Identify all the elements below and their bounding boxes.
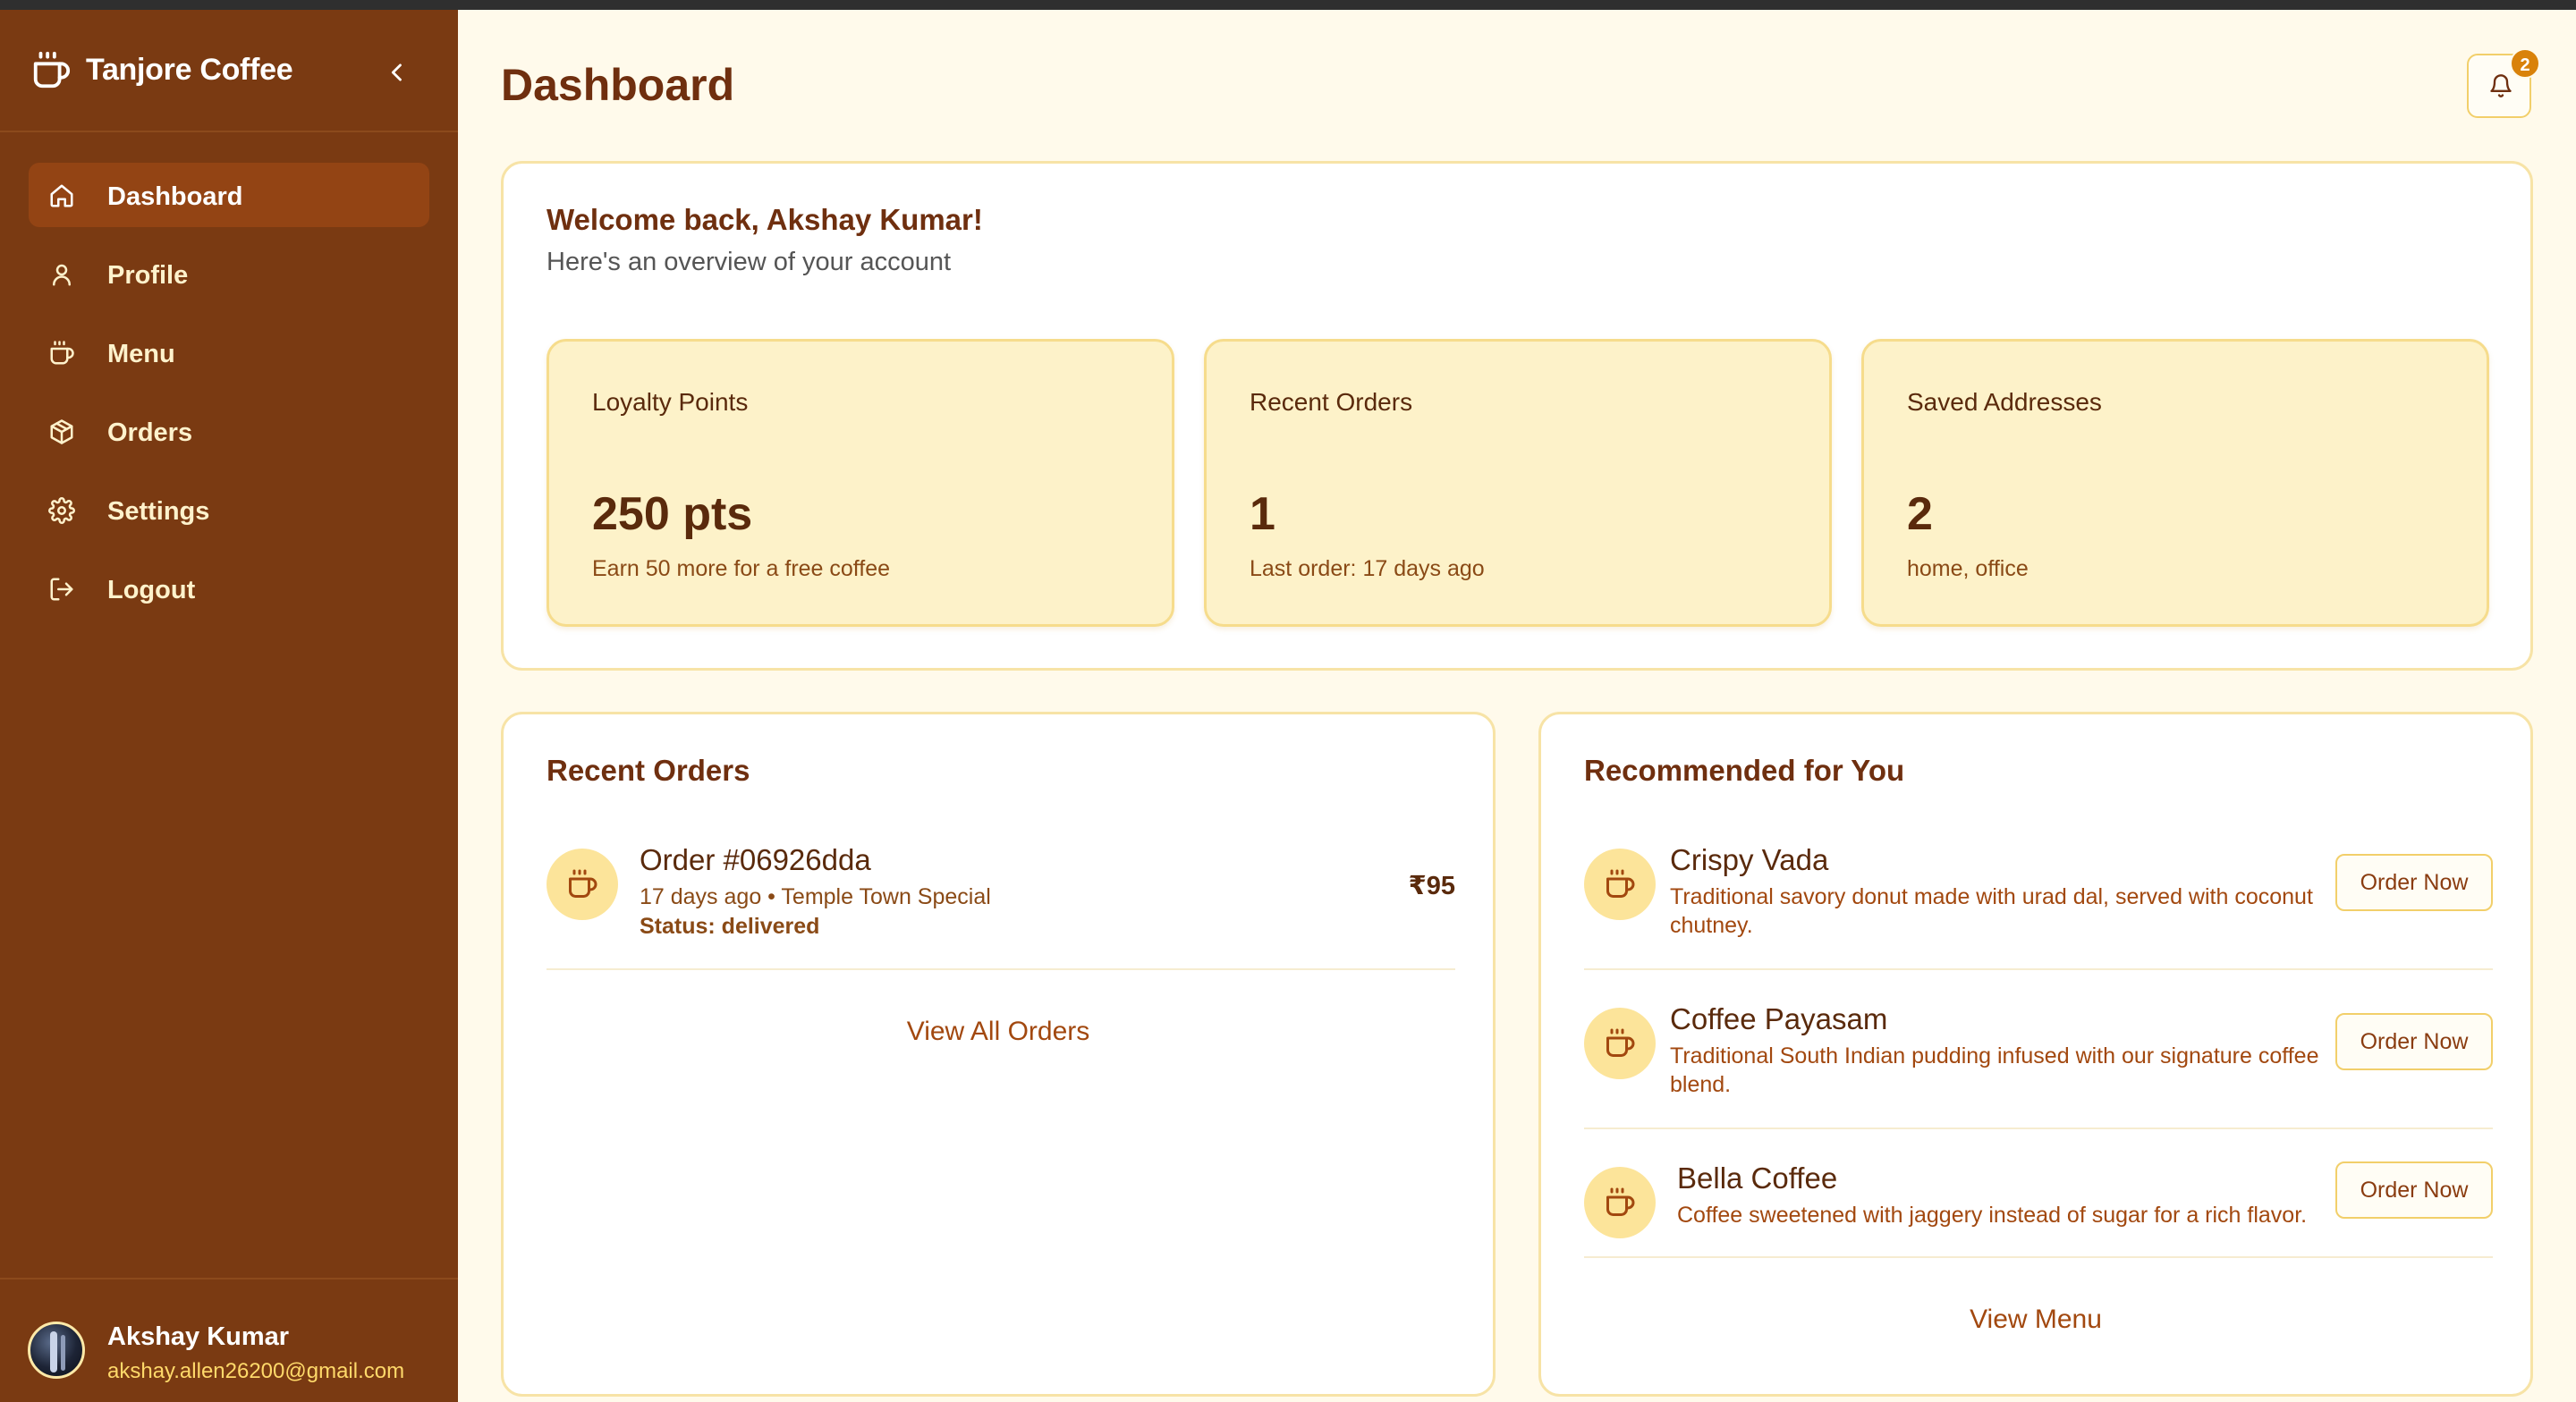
stat-label: Recent Orders [1250,388,1413,416]
recent-orders-title: Recent Orders [547,754,750,787]
coffee-icon [1606,869,1635,898]
window-top-bar [0,0,2576,10]
brand-header: Tanjore Coffee [0,10,458,132]
bell-icon [2490,74,2512,97]
order-now-button[interactable]: Order Now [2335,1013,2493,1070]
sidebar-item-orders[interactable]: Orders [29,399,429,463]
stat-value: 1 [1250,488,1275,540]
item-name: Bella Coffee [1677,1161,1838,1195]
item-description: Traditional savory donut made with urad … [1670,884,2313,938]
stat-card-loyalty-points: Loyalty Points 250 pts Earn 50 more for … [547,339,1174,627]
home-icon [50,184,73,207]
item-icon-circle [1584,1167,1656,1238]
stat-card-saved-addresses: Saved Addresses 2 home, office [1861,339,2489,627]
stat-note: Last order: 17 days ago [1250,556,1485,581]
stat-value: 250 pts [592,488,753,540]
sidebar-nav: Dashboard Profile Menu Orders Settings L… [29,163,429,635]
order-meta: 17 days ago • Temple Town Special [640,884,991,909]
page-title: Dashboard [501,60,735,110]
order-title: Order #06926dda [640,843,871,876]
app-name: Tanjore Coffee [86,53,293,87]
user-profile-footer[interactable]: Akshay Kumar akshay.allen26200@gmail.com [0,1278,458,1402]
chevron-left-icon[interactable] [385,60,410,85]
coffee-cup-logo-icon [33,51,71,89]
order-now-button[interactable]: Order Now [2335,854,2493,911]
welcome-title: Welcome back, Akshay Kumar! [547,203,983,236]
item-description: Coffee sweetened with jaggery instead of… [1677,1203,2308,1228]
coffee-icon [50,341,74,365]
recommended-item[interactable]: Coffee Payasam Traditional South Indian … [1584,1002,2493,1129]
stat-note: home, office [1907,556,2029,581]
sidebar-item-label: Menu [107,340,175,368]
gear-icon [48,497,75,524]
package-icon [50,419,73,444]
sidebar-item-logout[interactable]: Logout [29,556,429,621]
recommended-item[interactable]: Bella Coffee Coffee sweetened with jagge… [1584,1161,2493,1258]
recent-orders-card: Recent Orders Order #06926dda 17 days ag… [501,712,1496,1397]
item-icon-circle [1584,1008,1656,1079]
stat-label: Loyalty Points [592,388,749,416]
sidebar-item-settings[interactable]: Settings [29,477,429,542]
recommended-item[interactable]: Crispy Vada Traditional savory donut mad… [1584,843,2493,970]
order-row[interactable]: Order #06926dda 17 days ago • Temple Tow… [547,843,1455,970]
sidebar-item-label: Orders [107,418,193,447]
logout-icon [50,578,73,601]
user-icon [53,264,71,286]
welcome-subtitle: Here's an overview of your account [547,248,952,276]
order-icon-circle [547,849,618,920]
sidebar-item-profile[interactable]: Profile [29,241,429,306]
view-all-orders-link[interactable]: View All Orders [504,1017,1493,1047]
item-name: Coffee Payasam [1670,1002,1888,1035]
stat-value: 2 [1907,488,1933,540]
recommended-title: Recommended for You [1584,754,1905,787]
order-now-button[interactable]: Order Now [2335,1161,2493,1219]
user-name: Akshay Kumar [107,1322,290,1351]
sidebar-item-label: Settings [107,497,210,526]
avatar[interactable] [28,1322,85,1379]
item-icon-circle [1584,849,1656,920]
sidebar-item-label: Dashboard [107,182,243,211]
sidebar: Tanjore Coffee Dashboard Profile Menu Or… [0,10,458,1402]
stat-card-recent-orders: Recent Orders 1 Last order: 17 days ago [1204,339,1832,627]
view-menu-link[interactable]: View Menu [1541,1305,2530,1335]
coffee-icon [1606,1187,1635,1216]
sidebar-item-dashboard[interactable]: Dashboard [29,163,429,227]
coffee-icon [1606,1028,1635,1057]
welcome-card: Welcome back, Akshay Kumar! Here's an ov… [501,161,2533,671]
stat-label: Saved Addresses [1907,388,2102,416]
item-description: Traditional South Indian pudding infused… [1670,1043,2319,1097]
coffee-icon [569,869,597,898]
stat-note: Earn 50 more for a free coffee [592,556,891,581]
sidebar-item-menu[interactable]: Menu [29,320,429,384]
order-status: Status: delivered [640,914,820,939]
order-price: ₹95 [1408,872,1455,900]
recommended-card: Recommended for You Crispy Vada Traditio… [1538,712,2533,1397]
user-email: akshay.allen26200@gmail.com [107,1359,405,1383]
notification-count-badge: 2 [2510,48,2540,79]
sidebar-item-label: Logout [107,576,196,604]
sidebar-item-label: Profile [107,261,189,290]
item-name: Crispy Vada [1670,843,1829,876]
